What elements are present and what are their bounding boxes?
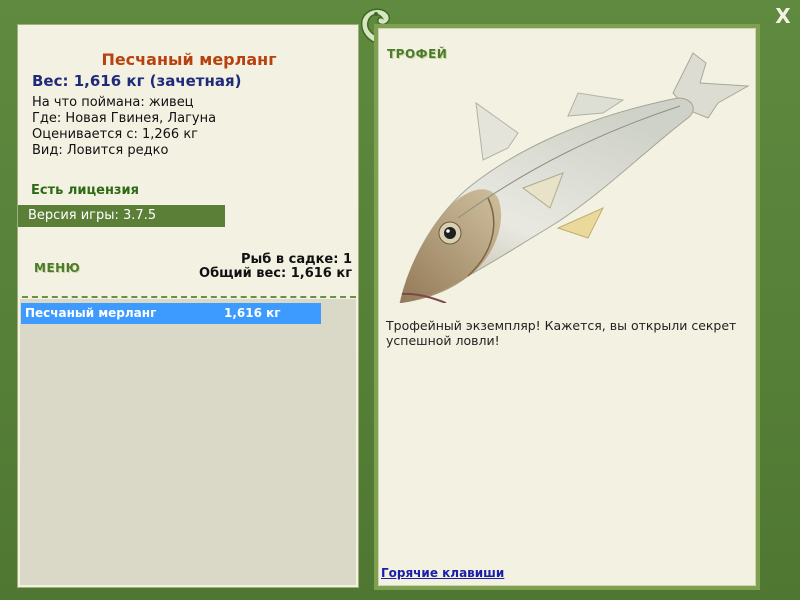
rating-info: Оценивается с: 1,266 кг [32, 127, 199, 142]
game-version-bar: Версия игры: 3.7.5 [18, 205, 225, 227]
license-status: Есть лицензия [31, 183, 139, 198]
close-button[interactable]: X [772, 5, 794, 27]
fish-info-panel: Песчаный мерланг Вес: 1,616 кг (зачетная… [17, 24, 359, 588]
divider [22, 296, 356, 298]
bait-info: На что поймана: живец [32, 95, 194, 110]
cage-list-area [20, 299, 356, 585]
fish-image [399, 52, 750, 303]
cage-stats: Рыб в садке: 1 Общий вес: 1,616 кг [199, 253, 352, 281]
fish-weight: Вес: 1,616 кг (зачетная) [32, 72, 242, 90]
fish-title: Песчаный мерланг [101, 50, 277, 69]
row-fish-weight: 1,616 кг [224, 306, 281, 320]
trophy-description: Трофейный экземпляр! Кажется, вы открыли… [386, 318, 737, 348]
menu-button[interactable]: МЕНЮ [34, 261, 80, 275]
cage-total-weight: Общий вес: 1,616 кг [199, 266, 352, 281]
hotkeys-link[interactable]: Горячие клавиши [381, 566, 504, 580]
rarity-info: Вид: Ловится редко [32, 143, 169, 158]
location-info: Где: Новая Гвинея, Лагуна [32, 111, 217, 126]
trophy-panel: ТРОФЕЙ Трофейный экземпляр! Кажется, вы … [374, 24, 760, 590]
cage-list-row[interactable]: Песчаный мерланг 1,616 кг [21, 303, 321, 324]
cage-count: Рыб в садке: 1 [240, 252, 352, 267]
row-fish-name: Песчаный мерланг [25, 306, 157, 320]
